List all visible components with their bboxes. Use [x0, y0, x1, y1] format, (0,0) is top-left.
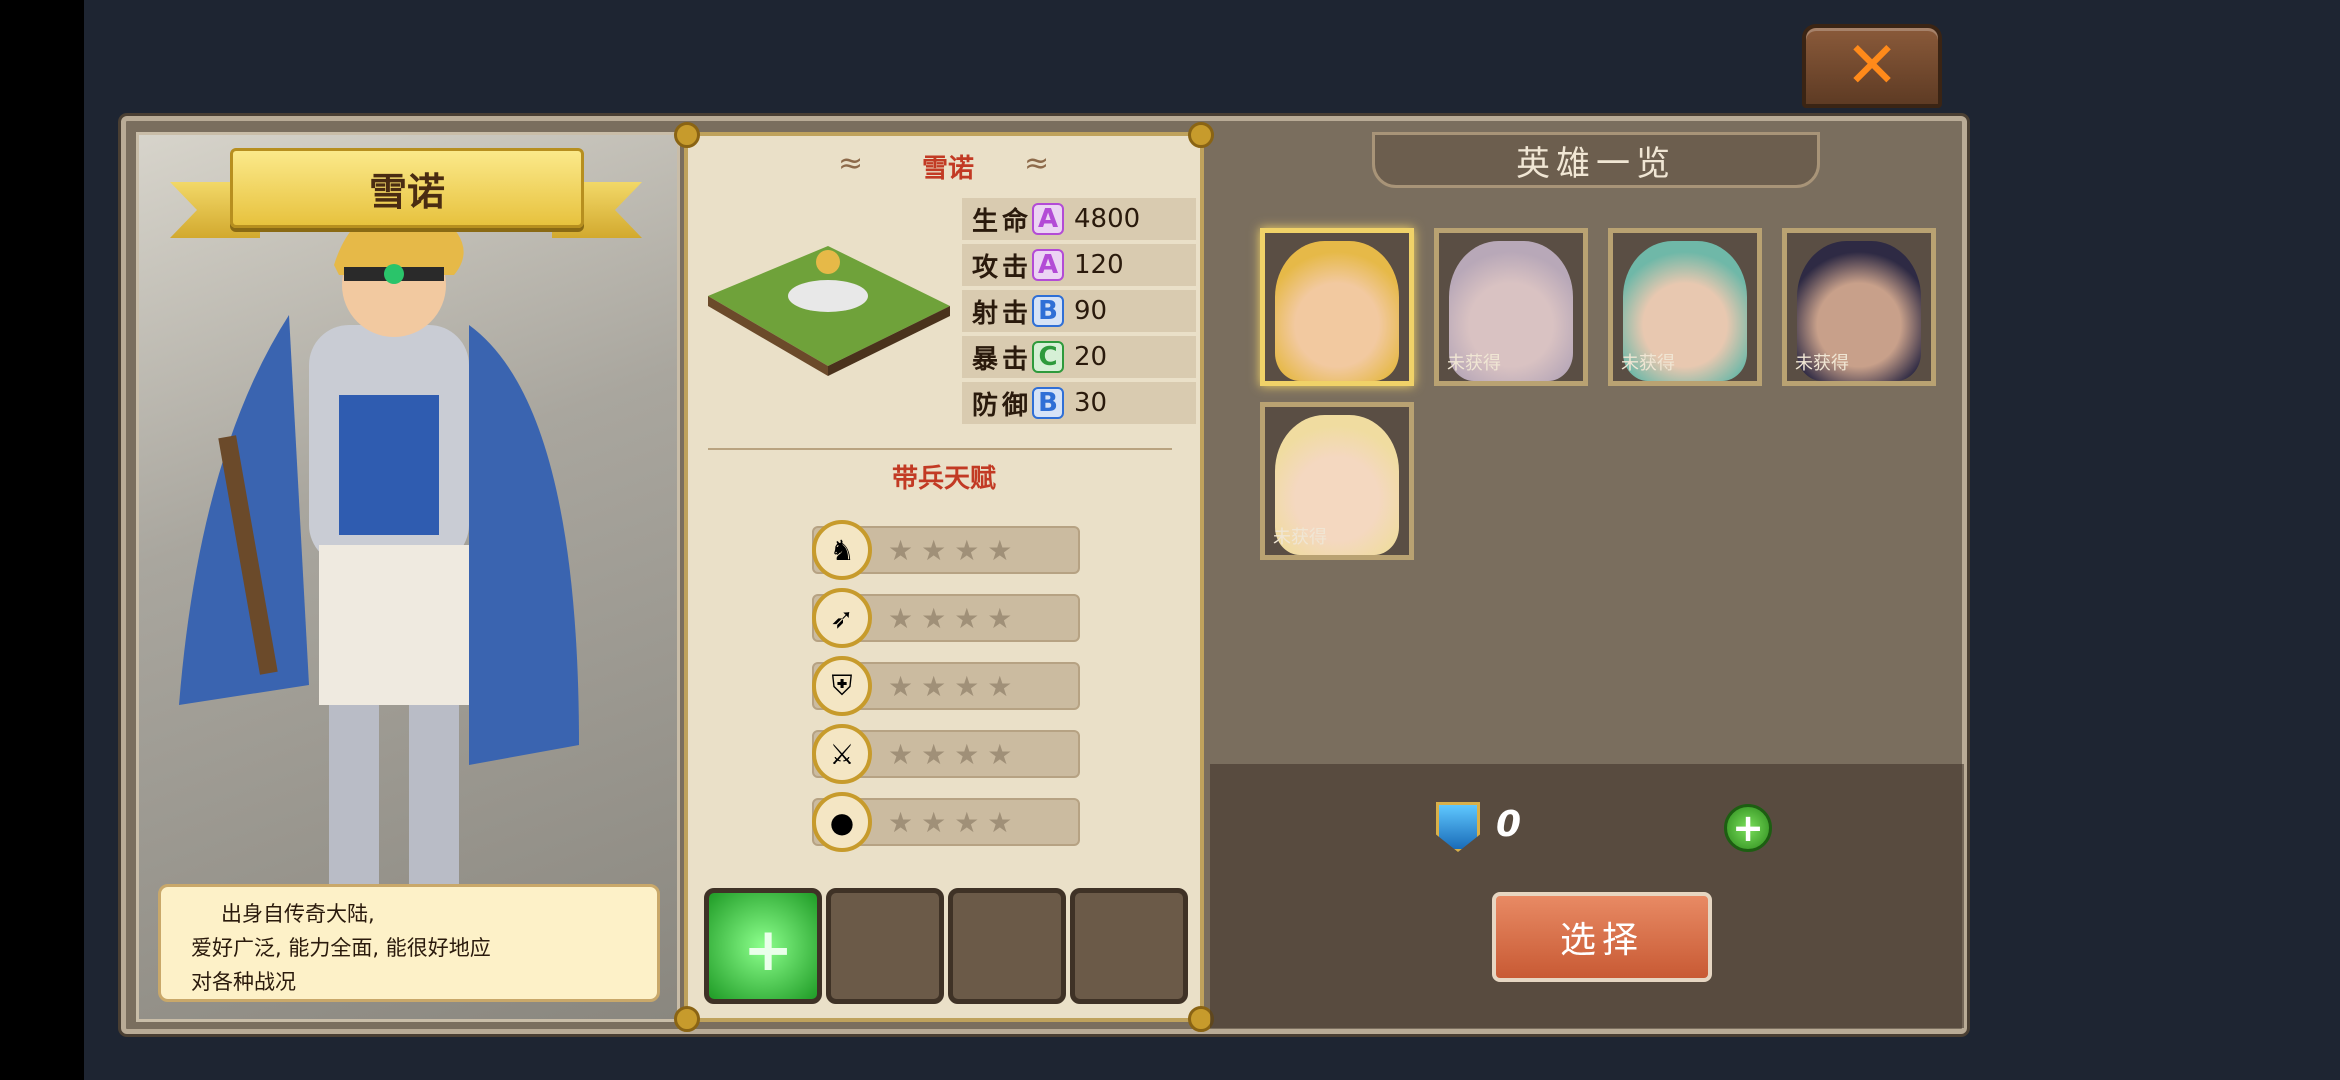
- stat-label: 暴击: [972, 344, 1033, 375]
- description-line: 对各种战况: [191, 970, 296, 994]
- stat-value: 4800: [1074, 204, 1141, 234]
- stat-row-attack: 攻击 A 120: [962, 244, 1196, 286]
- stat-value: 120: [1074, 250, 1124, 280]
- close-button[interactable]: ✕: [1802, 24, 1942, 108]
- stat-label: 生命: [972, 206, 1033, 237]
- hero-name-banner: 雪诺: [230, 148, 584, 228]
- close-icon: ✕: [1845, 29, 1899, 103]
- stat-label: 防御: [972, 390, 1033, 421]
- hero-card[interactable]: 未获得: [1782, 228, 1936, 386]
- currency-count: 0: [1496, 804, 1522, 845]
- stat-row-crit: 暴击 C 20: [962, 336, 1196, 378]
- corner-ornament: [674, 122, 700, 148]
- hero-status: 未获得: [1447, 353, 1501, 374]
- bomb-icon: ●: [812, 792, 872, 852]
- hero-description: 出身自传奇大陆, 爱好广泛, 能力全面, 能很好地应 对各种战况: [158, 884, 660, 1002]
- talent-title: 带兵天赋: [891, 464, 996, 494]
- roster-title: 英雄一览: [1372, 132, 1820, 188]
- hero-card[interactable]: 未获得: [1260, 402, 1414, 560]
- stat-row-defense: 防御 B 30: [962, 382, 1196, 424]
- talent-stars: ★★★★: [888, 806, 1021, 839]
- hero-status: 未获得: [1273, 527, 1327, 548]
- stat-label: 攻击: [972, 252, 1033, 283]
- hero-card[interactable]: 未获得: [1434, 228, 1588, 386]
- talent-row-cavalry: ♞ ★★★★: [812, 520, 1080, 580]
- description-line: 出身自传奇大陆,: [221, 902, 375, 926]
- hero-avatar: [1275, 241, 1399, 381]
- stat-grade: A: [1032, 203, 1064, 235]
- talent-row-bomb: ● ★★★★: [812, 792, 1080, 852]
- stat-value: 20: [1074, 342, 1108, 372]
- bow-icon: ➶: [812, 588, 872, 648]
- corner-ornament: [1188, 122, 1214, 148]
- hero-status: 未获得: [1621, 353, 1675, 374]
- talent-stars: ★★★★: [888, 738, 1021, 771]
- talent-stars: ★★★★: [888, 670, 1021, 703]
- scroll-ornament-left: ≈: [838, 146, 864, 181]
- stat-value: 30: [1074, 388, 1108, 418]
- unit-model-tile: [708, 246, 950, 376]
- stat-label: 射击: [972, 298, 1033, 329]
- talent-row-archer: ➶ ★★★★: [812, 588, 1080, 648]
- scroll-ornament-right: ≈: [1024, 146, 1050, 181]
- skill-slot[interactable]: [826, 888, 944, 1004]
- stat-grade: B: [1032, 295, 1064, 327]
- plus-icon: +: [1732, 806, 1764, 850]
- corner-ornament: [674, 1006, 700, 1032]
- stat-grade: A: [1032, 249, 1064, 281]
- shield-icon: ⛨: [812, 656, 872, 716]
- select-button[interactable]: 选择: [1492, 892, 1712, 982]
- stat-value: 90: [1074, 296, 1108, 326]
- stat-grade: C: [1032, 341, 1064, 373]
- talent-stars: ★★★★: [888, 534, 1021, 567]
- skill-slot[interactable]: [948, 888, 1066, 1004]
- skill-slot-add[interactable]: [704, 888, 822, 1004]
- add-currency-button[interactable]: +: [1724, 804, 1772, 852]
- horse-icon: ♞: [812, 520, 872, 580]
- stats-hero-name: 雪诺: [921, 154, 974, 184]
- stat-grade: B: [1032, 387, 1064, 419]
- description-line: 爱好广泛, 能力全面, 能很好地应: [191, 936, 491, 960]
- stat-row-shoot: 射击 B 90: [962, 290, 1196, 332]
- stats-divider: [708, 448, 1172, 450]
- talent-row-shield: ⛨ ★★★★: [812, 656, 1080, 716]
- talent-row-sword: ⚔ ★★★★: [812, 724, 1080, 784]
- hero-card-selected[interactable]: [1260, 228, 1414, 386]
- talent-stars: ★★★★: [888, 602, 1021, 635]
- sword-icon: ⚔: [812, 724, 872, 784]
- stat-row-hp: 生命 A 4800: [962, 198, 1196, 240]
- skill-slot[interactable]: [1070, 888, 1188, 1004]
- screen-left-bar: [0, 0, 84, 1080]
- hero-card[interactable]: 未获得: [1608, 228, 1762, 386]
- hero-status: 未获得: [1795, 353, 1849, 374]
